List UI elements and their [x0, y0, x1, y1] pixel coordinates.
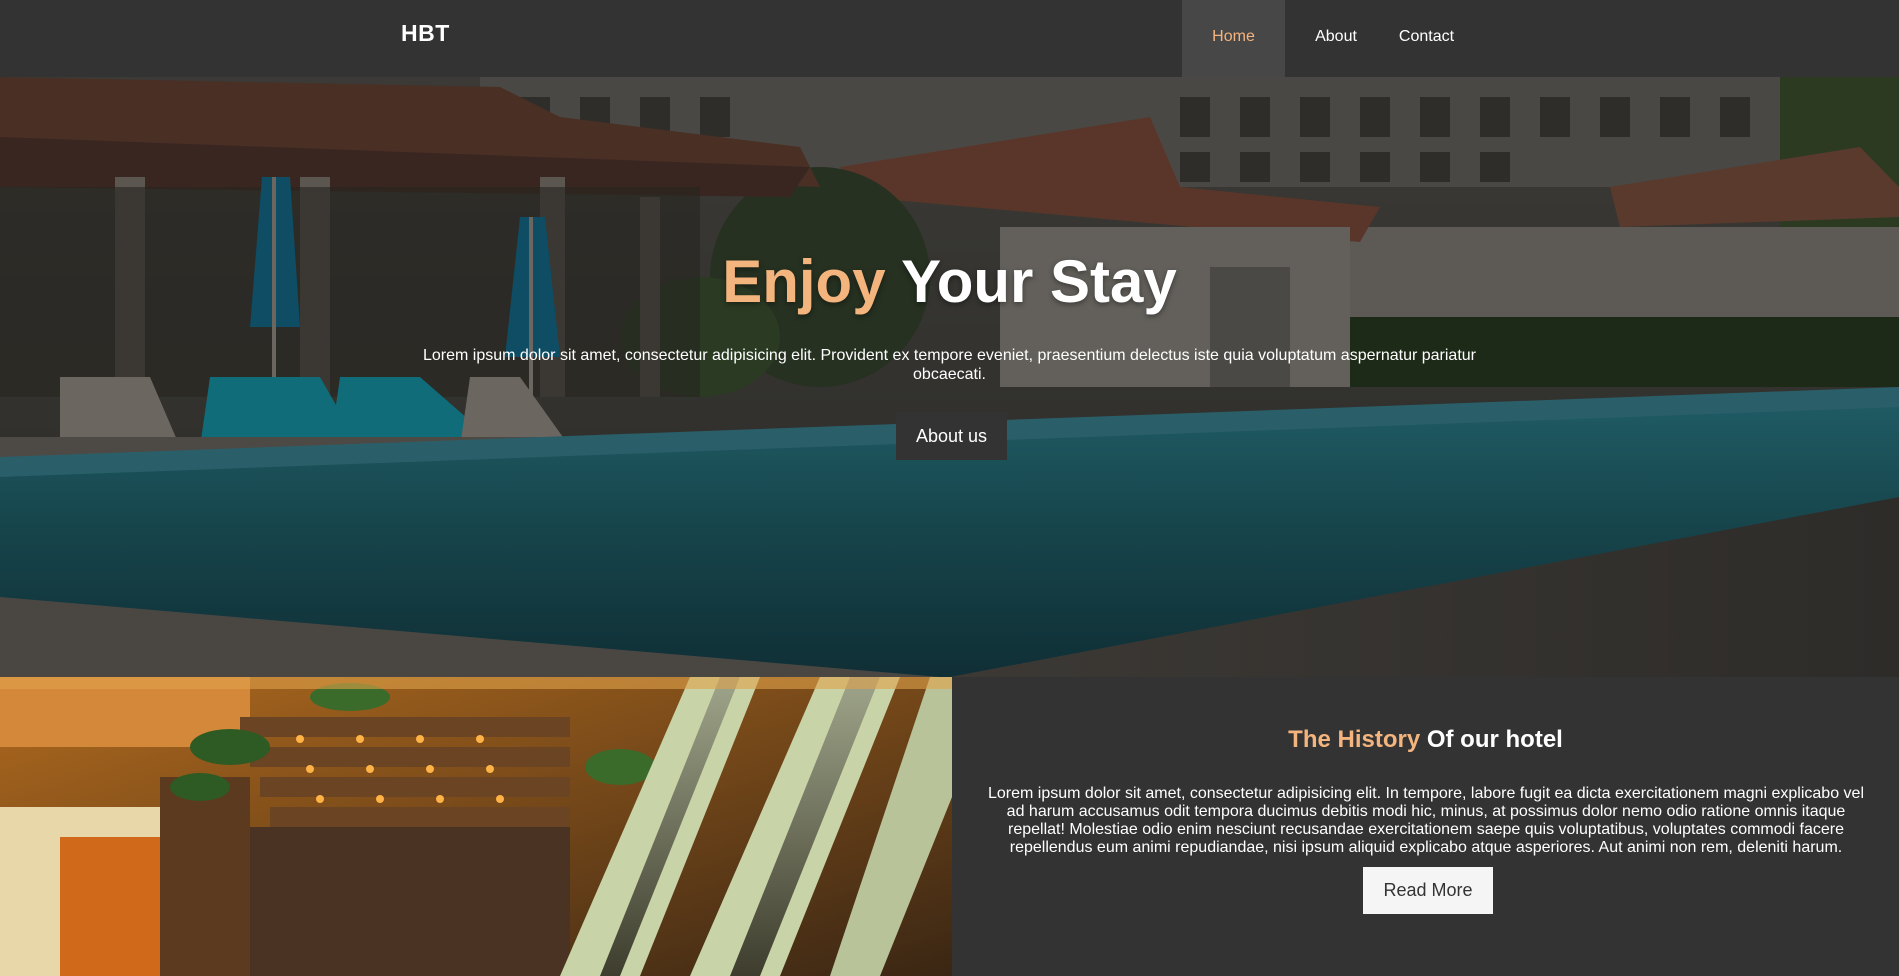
hero-title-accent: Enjoy	[722, 248, 886, 315]
hero-section: Enjoy Your Stay Lorem ipsum dolor sit am…	[0, 77, 1899, 677]
main-nav: Home About Contact	[1182, 0, 1466, 77]
hero-description: Lorem ipsum dolor sit amet, consectetur …	[423, 347, 1476, 383]
brand-logo[interactable]: HBT	[401, 20, 450, 47]
navbar: HBT Home About Contact	[0, 0, 1899, 77]
read-more-button[interactable]: Read More	[1363, 867, 1493, 914]
hero-title: Enjoy Your Stay	[0, 247, 1899, 317]
lobby-image	[0, 677, 952, 976]
hero-title-rest: Your Stay	[885, 248, 1177, 315]
hero-content: Enjoy Your Stay Lorem ipsum dolor sit am…	[0, 77, 1899, 677]
nav-item-home[interactable]: Home	[1182, 0, 1285, 77]
history-panel: The History Of our hotel Lorem ipsum dol…	[952, 677, 1899, 976]
about-us-button[interactable]: About us	[896, 412, 1007, 460]
history-title-accent: The History	[1288, 726, 1421, 753]
history-title-rest: Of our hotel	[1420, 726, 1563, 753]
history-title: The History Of our hotel	[952, 726, 1899, 754]
nav-item-about[interactable]: About	[1285, 0, 1387, 77]
history-description: Lorem ipsum dolor sit amet, consectetur …	[988, 785, 1864, 856]
history-section: The History Of our hotel Lorem ipsum dol…	[0, 677, 1899, 976]
nav-item-contact[interactable]: Contact	[1387, 0, 1466, 77]
